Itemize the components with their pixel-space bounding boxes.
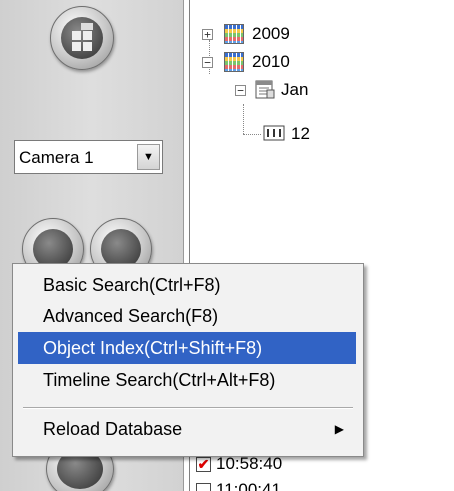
recording-time: 11:00:41 [216, 480, 281, 491]
menu-item-reload-database[interactable]: Reload Database ▶ [18, 413, 356, 445]
list-item[interactable]: ✔ 11:00:41 [196, 480, 396, 491]
layout-button[interactable] [50, 6, 114, 70]
tree-node-label: 12 [291, 124, 310, 143]
day-icon [263, 124, 285, 142]
menu-item-label: Reload Database [43, 419, 183, 439]
search-window: Camera 1 ▼ + 2009 − 2010 − Jan 12 ✔ 10:5… [0, 0, 454, 491]
menu-item-label: Advanced Search(F8) [43, 306, 219, 326]
menu-item-advanced-search[interactable]: Advanced Search(F8) [18, 300, 356, 332]
calendar-icon [224, 24, 244, 44]
tree-node-label: Jan [281, 80, 309, 99]
menu-item-basic-search[interactable]: Basic Search(Ctrl+F8) [18, 269, 356, 301]
expand-icon[interactable]: + [202, 29, 213, 40]
menu-separator [23, 407, 353, 409]
menu-item-label: Object Index(Ctrl+Shift+F8) [43, 338, 263, 358]
calendar-month-icon [255, 78, 275, 100]
collapse-icon[interactable]: − [202, 57, 213, 68]
menu-item-label: Timeline Search(Ctrl+Alt+F8) [43, 370, 276, 390]
tree-node-label: 2009 [252, 24, 290, 43]
menu-item-label: Basic Search(Ctrl+F8) [43, 275, 221, 295]
chevron-down-icon[interactable]: ▼ [137, 144, 160, 170]
calendar-icon [224, 52, 244, 72]
tree-node-2010[interactable]: − 2010 [200, 52, 340, 74]
layout-icon [61, 17, 103, 59]
tree-node-12[interactable]: 12 [263, 124, 383, 146]
camera-select[interactable]: Camera 1 ▼ [14, 140, 163, 174]
search-context-menu: Basic Search(Ctrl+F8) Advanced Search(F8… [12, 263, 364, 457]
recording-time: 10:58:40 [216, 454, 283, 473]
collapse-icon[interactable]: − [235, 85, 246, 96]
checkmark-icon[interactable]: ✔ [196, 457, 211, 472]
camera-select-value: Camera 1 [19, 148, 94, 167]
menu-item-object-index[interactable]: Object Index(Ctrl+Shift+F8) [18, 332, 356, 364]
chevron-right-icon: ▶ [334, 422, 344, 436]
menu-item-timeline-search[interactable]: Timeline Search(Ctrl+Alt+F8) [18, 364, 356, 396]
checkbox[interactable]: ✔ [196, 483, 211, 491]
tree-node-2009[interactable]: + 2009 [200, 24, 340, 46]
tree-node-jan[interactable]: − Jan [233, 80, 373, 102]
list-item[interactable]: ✔ 10:58:40 [196, 454, 396, 476]
tree-node-label: 2010 [252, 52, 290, 71]
